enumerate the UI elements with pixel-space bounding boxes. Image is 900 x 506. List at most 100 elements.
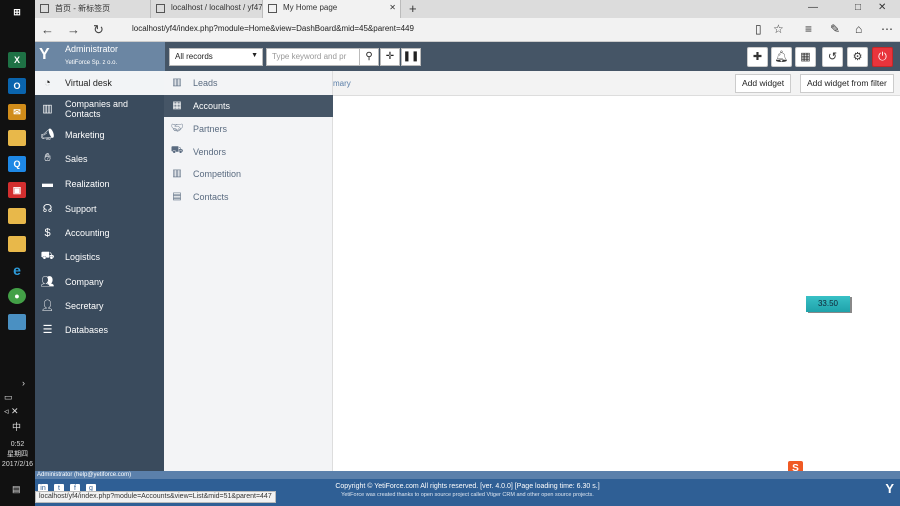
search-app-icon[interactable]: Q — [8, 156, 26, 172]
search-module-value: All records — [175, 52, 213, 61]
brand-area[interactable]: Y Administrator YetiForce Sp. z o.o. — [35, 42, 165, 71]
advanced-search-button[interactable]: ✛ — [380, 48, 400, 66]
submenu-item-accounts[interactable]: ▦ Accounts — [164, 95, 333, 117]
settings-button[interactable]: ⚙ — [847, 47, 868, 67]
logout-button[interactable]: ⏻ — [872, 47, 893, 67]
windows-taskbar: ⊞ X O ✉ Q ▣ e ● › ▭ ◃ ✕ 中 0:52 星期四 2017/… — [0, 0, 35, 506]
building-icon: ▥ — [42, 103, 53, 115]
red-app-icon[interactable]: ▣ — [8, 182, 26, 198]
yetiforce-footer-logo-icon[interactable]: Y — [885, 481, 894, 496]
menu-item-companies-and-contacts[interactable]: ▥ Companies and Contacts — [35, 97, 164, 125]
menu-item-label: Accounting — [65, 228, 110, 238]
menu-item-marketing[interactable]: 📣︎ Marketing — [35, 123, 164, 147]
green-app-icon[interactable]: ● — [8, 288, 26, 304]
windows-start-icon[interactable]: ⊞ — [8, 4, 26, 20]
leads-icon: ▥ — [172, 77, 182, 88]
new-tab-icon[interactable]: + — [409, 1, 417, 16]
menu-item-accounting[interactable]: $ Accounting — [35, 221, 164, 245]
url-field[interactable]: localhost/yf4/index.php?module=Home&view… — [132, 24, 414, 33]
menu-item-label: Companies and Contacts — [65, 99, 129, 119]
submenu-item-label: Leads — [193, 78, 218, 88]
organization-name: YetiForce Sp. z o.o. — [65, 60, 118, 66]
back-arrow-icon[interactable]: ← — [41, 22, 54, 37]
menu-item-label: Sales — [65, 154, 88, 164]
excel-icon[interactable]: X — [8, 52, 26, 68]
submenu-item-competition[interactable]: ▥ Competition — [164, 163, 333, 185]
submenu-item-vendors[interactable]: ⛟ Vendors — [164, 141, 333, 163]
browser-tab-active[interactable]: My Home page ✕ — [263, 0, 401, 18]
secretary-icon: 👤︎ — [40, 300, 55, 312]
tab-favicon-icon — [40, 4, 49, 13]
close-tab-icon[interactable]: ✕ — [389, 3, 396, 12]
edge-browser-icon[interactable]: e — [8, 262, 26, 278]
system-clock[interactable]: 0:52 星期四 2017/2/16 — [0, 440, 35, 470]
minimize-icon[interactable]: — — [808, 2, 818, 13]
menu-item-label: Company — [65, 277, 104, 287]
hub-icon[interactable]: ≡ — [805, 22, 812, 36]
forward-arrow-icon[interactable]: → — [67, 22, 80, 37]
add-widget-from-filter-button[interactable]: Add widget from filter — [800, 74, 894, 93]
search-options-button[interactable]: ❚❚ — [401, 48, 421, 66]
network-icon[interactable]: ▭ — [4, 392, 13, 403]
window-app-icon[interactable] — [8, 314, 26, 330]
web-note-icon[interactable]: ✎ — [830, 22, 840, 36]
browser-address-bar: ← → ↻ localhost/yf4/index.php?module=Hom… — [35, 18, 900, 42]
input-language-indicator[interactable]: 中 — [12, 420, 21, 433]
volume-icon[interactable]: ◃ ✕ — [4, 406, 19, 417]
menu-item-secretary[interactable]: 👤︎ Secretary — [35, 294, 164, 318]
search-button[interactable]: ⚲ — [359, 48, 379, 66]
menu-item-databases[interactable]: ☰ Databases — [35, 318, 164, 342]
yetiforce-app: Y Administrator YetiForce Sp. z o.o. All… — [35, 42, 900, 506]
menu-item-sales[interactable]: ✋︎ Sales — [35, 147, 164, 171]
history-button[interactable]: ↺ — [822, 47, 843, 67]
search-input[interactable]: Type keyword and pr — [266, 48, 360, 66]
calendar-button[interactable]: ▦ — [795, 47, 816, 67]
competition-icon: ▥ — [172, 168, 182, 179]
clock-date: 2017/2/16 — [1, 461, 34, 468]
briefcase-icon: ▬ — [42, 177, 53, 190]
browser-tab-label: My Home page — [283, 3, 338, 12]
breadcrumb[interactable]: mary — [333, 79, 351, 88]
yetiforce-logo-icon: Y — [39, 46, 50, 63]
refresh-icon[interactable]: ↻ — [93, 22, 104, 38]
menu-item-support[interactable]: ☊ Support — [35, 197, 164, 221]
logistics-icon: ⛟ — [40, 249, 55, 262]
tab-favicon-icon — [268, 4, 277, 13]
menu-item-realization[interactable]: ▬ Realization — [35, 172, 164, 196]
dashboard-icon: ◔ — [44, 76, 51, 89]
menu-item-virtual-desk[interactable]: ◔ Virtual desk — [35, 71, 164, 95]
app-header: Y Administrator YetiForce Sp. z o.o. All… — [35, 42, 900, 71]
folder-icon[interactable] — [8, 236, 26, 252]
footer-user-email: Administrator (help@yetiforce.com) — [35, 471, 900, 479]
headset-icon: ☊ — [42, 203, 53, 215]
menu-item-company[interactable]: 👥︎ Company — [35, 270, 164, 294]
browser-tab[interactable]: localhost / localhost / yf47 — [151, 0, 263, 18]
quick-create-button[interactable]: ✚ — [747, 47, 768, 67]
share-icon[interactable]: ⌂ — [855, 22, 862, 36]
menu-item-label: Marketing — [65, 130, 105, 140]
reading-view-icon[interactable]: ▯ — [755, 22, 762, 36]
favorite-star-icon[interactable]: ☆ — [773, 22, 784, 36]
submenu-item-partners[interactable]: 🤝︎ Partners — [164, 118, 333, 140]
outlook-icon[interactable]: O — [8, 78, 26, 94]
handshake-icon: 🤝︎ — [170, 123, 184, 134]
close-window-icon[interactable]: ✕ — [878, 2, 886, 13]
copyright-text: Copyright © YetiForce.com All rights res… — [335, 483, 600, 490]
browser-tab[interactable]: 首页 - 新标签页 — [35, 0, 151, 18]
mail-icon[interactable]: ✉ — [8, 104, 26, 120]
add-widget-button[interactable]: Add widget — [735, 74, 792, 93]
chevron-up-icon[interactable]: › — [22, 378, 25, 388]
submenu-item-contacts[interactable]: ▤ Contacts — [164, 186, 333, 208]
notification-icon[interactable]: ▤ — [12, 484, 21, 495]
submenu-item-leads[interactable]: ▥ Leads — [164, 72, 333, 94]
clock-day: 星期四 — [7, 451, 28, 458]
browser-tab-label: 首页 - 新标签页 — [55, 4, 111, 13]
folder-icon[interactable] — [8, 208, 26, 224]
search-module-select[interactable]: All records ▼ — [169, 48, 263, 66]
folder-icon[interactable] — [8, 130, 26, 146]
menu-item-logistics[interactable]: ⛟ Logistics — [35, 245, 164, 269]
more-icon[interactable]: ⋯ — [881, 22, 893, 36]
notifications-button[interactable]: 🔔︎ — [771, 47, 792, 67]
chevron-down-icon: ▼ — [251, 52, 258, 59]
maximize-icon[interactable]: □ — [855, 2, 861, 13]
